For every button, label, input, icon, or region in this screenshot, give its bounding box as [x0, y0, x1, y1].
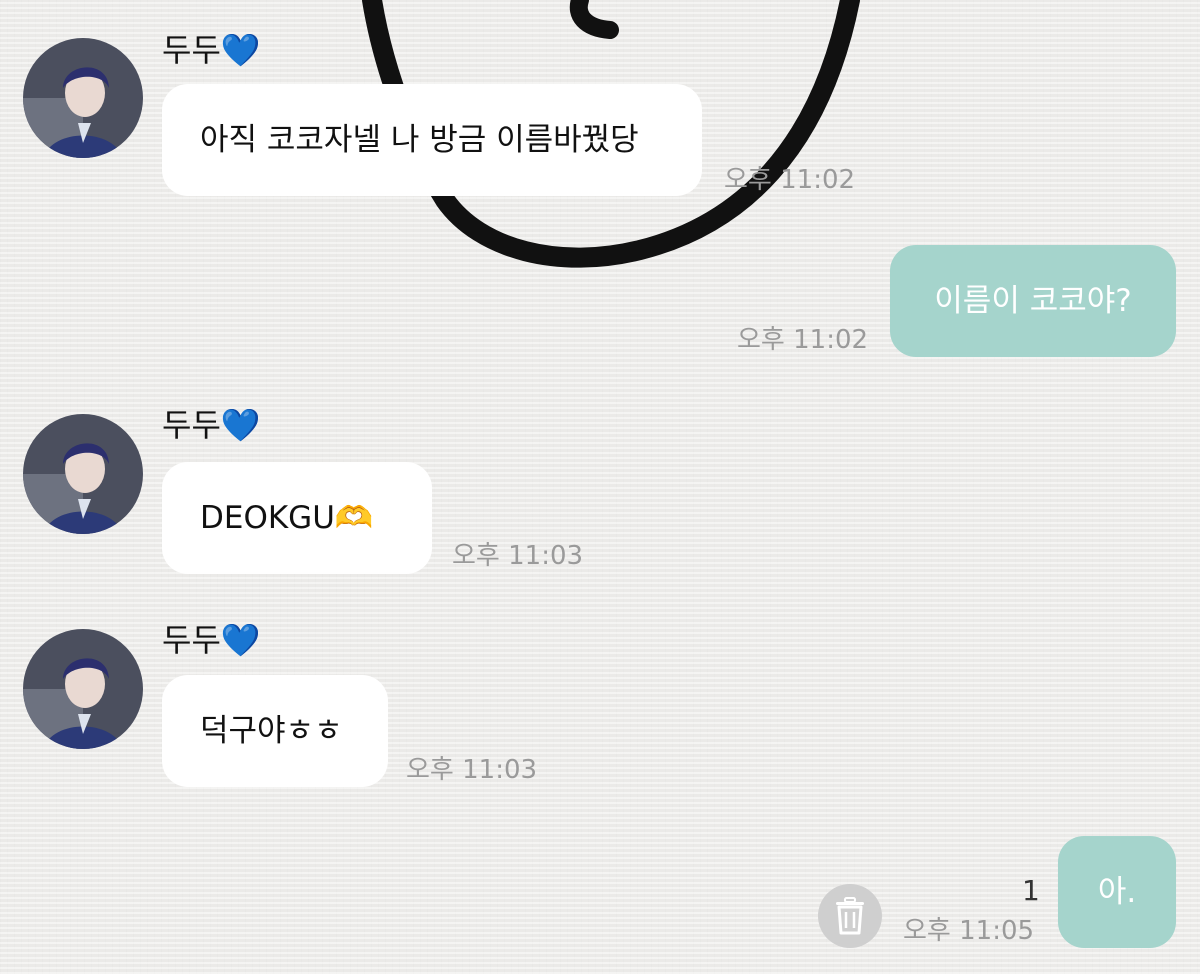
message-timestamp: 오후 11:03 [406, 755, 538, 785]
incoming-message-bubble[interactable]: DEOKGU🫶 [162, 462, 432, 574]
incoming-message-bubble[interactable]: 덕구야ㅎㅎ [162, 675, 388, 787]
trash-icon [836, 897, 864, 935]
message-text: 아직 코코자넬 나 방금 이름바꿨당 [200, 122, 639, 158]
message-text: 아. [1097, 874, 1137, 910]
message-text: 이름이 코코야? [934, 283, 1132, 319]
message-timestamp: 오후 11:05 [903, 916, 1035, 946]
outgoing-message-bubble[interactable]: 아. [1058, 836, 1176, 948]
sender-name: 두두💙 [162, 406, 261, 444]
contact-avatar[interactable] [23, 414, 143, 534]
message-timestamp: 오후 11:03 [452, 541, 584, 571]
incoming-message-bubble[interactable]: 아직 코코자넬 나 방금 이름바꿨당 [162, 84, 702, 196]
message-timestamp: 오후 11:02 [724, 165, 856, 195]
sender-name: 두두💙 [162, 31, 261, 69]
contact-avatar[interactable] [23, 629, 143, 749]
contact-avatar[interactable] [23, 38, 143, 158]
outgoing-message-bubble[interactable]: 이름이 코코야? [890, 245, 1176, 357]
message-text: DEOKGU🫶 [200, 500, 374, 536]
unread-count: 1 [1022, 874, 1040, 907]
sender-name: 두두💙 [162, 621, 261, 659]
message-text: 덕구야ㅎㅎ [200, 713, 343, 749]
delete-button[interactable] [818, 884, 882, 948]
message-timestamp: 오후 11:02 [737, 325, 869, 355]
